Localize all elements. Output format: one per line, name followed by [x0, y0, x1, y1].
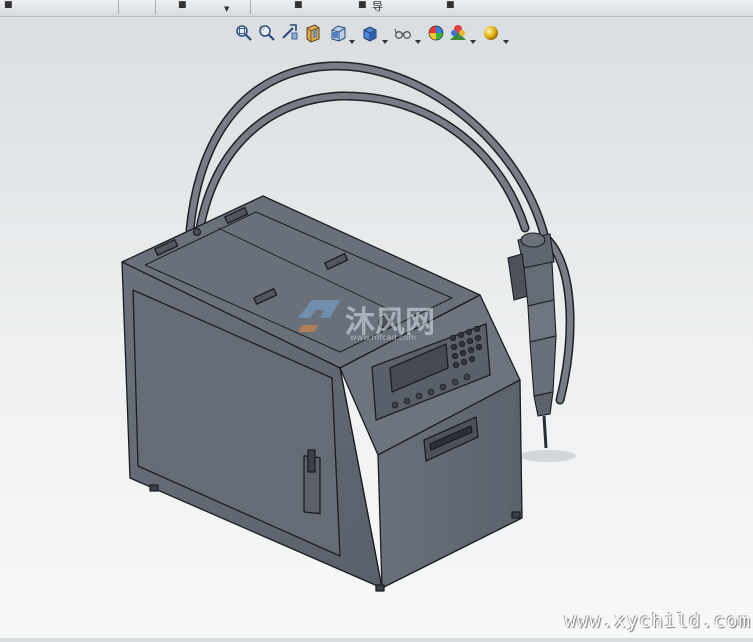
- toolbar-separator: [118, 0, 119, 14]
- model-canvas: 沐风网 www.mfcad.com: [121, 61, 576, 592]
- partial-icon[interactable]: ■: [178, 0, 187, 10]
- partial-icon[interactable]: ■: [446, 0, 455, 10]
- controller-box: [121, 195, 523, 592]
- graphics-area[interactable]: 沐风网 www.mfcad.com www.xychild.com: [0, 16, 753, 638]
- dropdown-arrow-icon[interactable]: ▼: [224, 4, 229, 14]
- partial-label: 导: [372, 0, 383, 13]
- partial-icon[interactable]: ■: [294, 0, 303, 10]
- logo-subtext: www.mfcad.com: [350, 333, 416, 342]
- watermark-text: www.xychild.com: [564, 610, 751, 632]
- partial-icon[interactable]: ■: [358, 0, 367, 10]
- toolbar-separator: [250, 0, 251, 14]
- command-manager-strip: ■ ■ ▼ ■ ■ 导 ■: [0, 0, 753, 17]
- screwdriver-shadow: [520, 450, 576, 462]
- partial-icon[interactable]: ■: [4, 0, 13, 10]
- toolbar-separator: [155, 0, 156, 14]
